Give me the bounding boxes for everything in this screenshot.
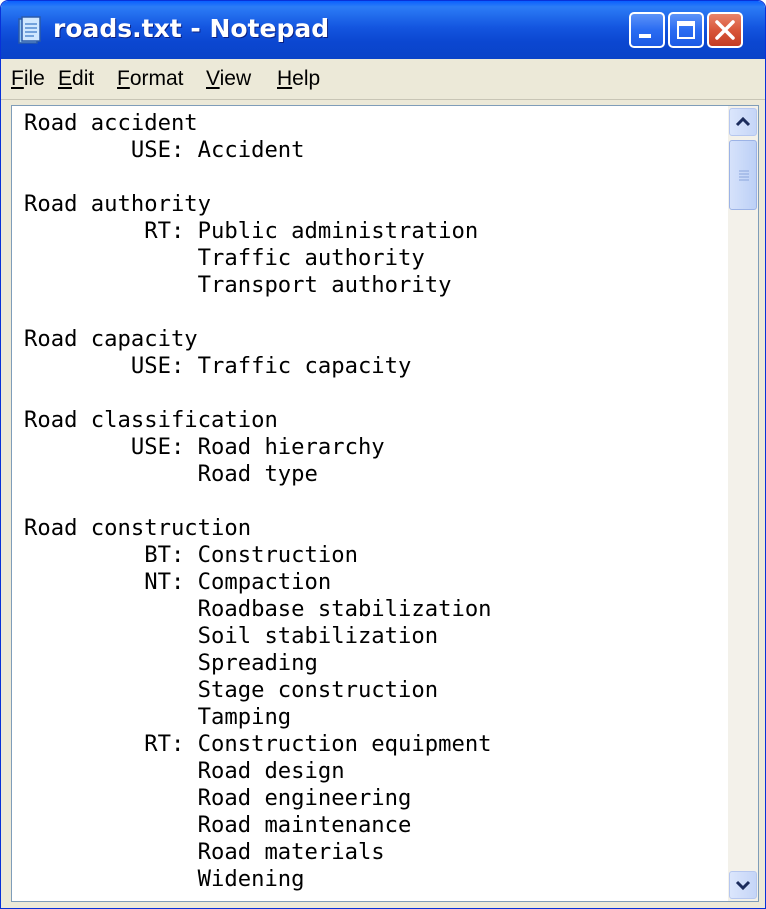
- window-title: roads.txt - Notepad: [53, 14, 330, 43]
- text-area[interactable]: Road accident USE: Accident Road authori…: [12, 106, 728, 901]
- scroll-up-button[interactable]: [729, 108, 757, 136]
- grip-icon: [739, 170, 749, 181]
- close-button[interactable]: [707, 12, 743, 48]
- menu-format[interactable]: Format: [117, 67, 184, 91]
- menu-view[interactable]: View: [206, 67, 251, 91]
- scroll-thumb[interactable]: [729, 140, 757, 210]
- chevron-down-icon: [735, 880, 751, 891]
- text-editor[interactable]: Road accident USE: Accident Road authori…: [11, 105, 759, 902]
- document-text[interactable]: Road accident USE: Accident Road authori…: [12, 106, 728, 893]
- maximize-button[interactable]: [668, 12, 704, 48]
- title-bar[interactable]: roads.txt - Notepad: [1, 1, 765, 59]
- menu-file[interactable]: File: [11, 67, 45, 91]
- minimize-button[interactable]: [629, 12, 665, 48]
- scroll-down-button[interactable]: [729, 871, 757, 899]
- vertical-scrollbar[interactable]: [728, 106, 758, 901]
- menu-bar: File Edit Format View Help: [1, 59, 765, 100]
- menu-help[interactable]: Help: [277, 67, 320, 91]
- close-icon: [715, 20, 735, 40]
- notepad-window: roads.txt - Notepad File Edit Format Vie…: [0, 0, 766, 909]
- menu-edit[interactable]: Edit: [58, 67, 94, 91]
- minimize-icon: [639, 34, 651, 38]
- chevron-up-icon: [735, 116, 751, 127]
- maximize-icon: [677, 21, 695, 39]
- notepad-icon: [18, 16, 41, 44]
